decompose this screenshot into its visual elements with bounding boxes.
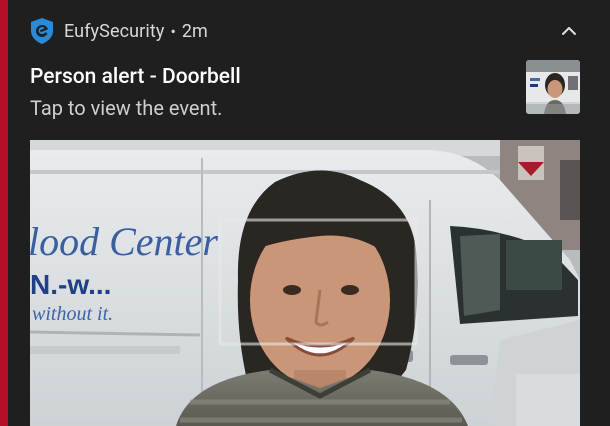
chevron-up-icon[interactable]	[558, 20, 580, 42]
van-text-line3: without it.	[32, 303, 113, 325]
app-name: EufySecurity	[64, 20, 165, 42]
notification-card[interactable]: EufySecurity • 2m Person alert - Doorbel…	[8, 0, 610, 426]
thumbnail-image	[526, 60, 580, 114]
notification-time: 2m	[181, 20, 208, 42]
event-snapshot[interactable]: lood Center N.-w... without it.	[30, 140, 580, 426]
notification-title: Person alert - Doorbell	[30, 65, 241, 89]
notification-header: EufySecurity • 2m	[30, 14, 208, 48]
event-thumbnail[interactable]	[526, 60, 580, 114]
eufy-shield-icon	[31, 18, 53, 44]
separator-dot: •	[170, 21, 176, 41]
snapshot-image: lood Center N.-w... without it.	[30, 140, 580, 426]
van-text-line1: lood Center	[30, 219, 218, 264]
notification-body: Tap to view the event.	[30, 96, 223, 120]
wallpaper	[0, 0, 8, 426]
van-text-line2: N.-w...	[30, 269, 111, 300]
